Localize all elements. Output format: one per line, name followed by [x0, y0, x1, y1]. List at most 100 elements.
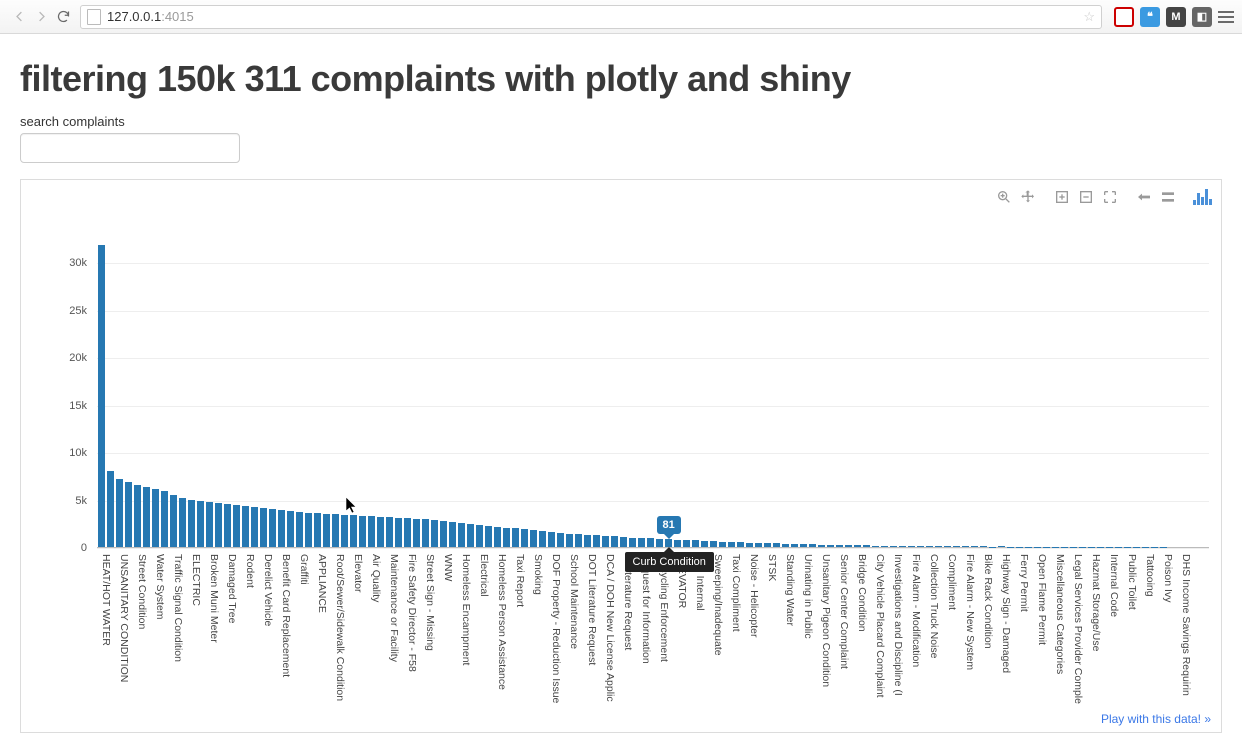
bar[interactable] [476, 525, 483, 547]
bar[interactable] [791, 544, 798, 547]
bar[interactable] [494, 527, 501, 547]
reset-axes-icon[interactable] [1133, 186, 1155, 208]
hover-compare-icon[interactable] [1157, 186, 1179, 208]
bar[interactable] [656, 539, 663, 547]
bar[interactable] [809, 544, 816, 547]
bar[interactable] [170, 495, 177, 547]
bar[interactable] [134, 485, 141, 547]
bar[interactable] [737, 542, 744, 547]
bar[interactable] [845, 545, 852, 547]
bar[interactable] [701, 541, 708, 547]
ext-misc-icon[interactable]: ◧ [1192, 7, 1212, 27]
bar[interactable] [323, 514, 330, 547]
url-bar[interactable]: 127.0.0.1:4015 ☆ [80, 5, 1102, 29]
bar[interactable] [746, 543, 753, 547]
bar[interactable] [188, 500, 195, 548]
bar[interactable] [692, 540, 699, 547]
bar[interactable] [161, 491, 168, 547]
bar[interactable] [440, 521, 447, 547]
bar[interactable] [377, 517, 384, 547]
bar[interactable] [881, 546, 888, 547]
bar[interactable] [683, 540, 690, 547]
bar[interactable] [629, 538, 636, 548]
bar[interactable] [368, 516, 375, 547]
bar[interactable] [728, 542, 735, 547]
bar[interactable] [971, 546, 978, 547]
bar[interactable] [872, 546, 879, 547]
bar[interactable] [386, 517, 393, 547]
reload-button[interactable] [52, 6, 74, 28]
bar[interactable] [764, 543, 771, 547]
bar[interactable] [593, 535, 600, 547]
bar[interactable] [557, 533, 564, 547]
bar[interactable] [899, 546, 906, 547]
bar[interactable] [854, 545, 861, 547]
bookmark-star-icon[interactable]: ☆ [1083, 9, 1095, 25]
bar[interactable] [197, 501, 204, 547]
search-input[interactable] [20, 133, 240, 163]
pan-icon[interactable] [1017, 186, 1039, 208]
bar[interactable] [314, 513, 321, 547]
bar[interactable] [953, 546, 960, 547]
bar[interactable] [179, 498, 186, 547]
bar[interactable] [575, 534, 582, 547]
bar[interactable] [458, 523, 465, 547]
zoom-out-icon[interactable] [1075, 186, 1097, 208]
menu-button[interactable] [1218, 11, 1234, 23]
bar[interactable] [512, 528, 519, 547]
ext-chat-icon[interactable]: ❝ [1140, 7, 1160, 27]
bar[interactable] [944, 546, 951, 547]
bar[interactable] [773, 543, 780, 547]
bar[interactable] [890, 546, 897, 547]
bar[interactable] [503, 528, 510, 547]
ext-adblock-icon[interactable]: ◯ [1114, 7, 1134, 27]
bar[interactable] [962, 546, 969, 547]
bar[interactable] [863, 545, 870, 547]
bar[interactable] [800, 544, 807, 547]
bar[interactable] [827, 545, 834, 547]
bar[interactable] [548, 532, 555, 547]
bar[interactable] [611, 536, 618, 547]
forward-button[interactable] [30, 6, 52, 28]
bar[interactable] [341, 515, 348, 547]
bar[interactable] [251, 507, 258, 547]
bar[interactable] [395, 518, 402, 547]
bar[interactable] [278, 510, 285, 547]
bar[interactable] [584, 535, 591, 547]
bar[interactable] [449, 522, 456, 547]
bar[interactable] [908, 546, 915, 547]
bar[interactable] [287, 511, 294, 547]
bar[interactable] [269, 509, 276, 547]
bar[interactable] [332, 514, 339, 547]
bar[interactable] [710, 541, 717, 547]
bar[interactable] [359, 516, 366, 547]
bar[interactable] [152, 489, 159, 547]
zoom-in-icon[interactable] [1051, 186, 1073, 208]
bar[interactable] [98, 245, 105, 547]
plot-area[interactable] [97, 244, 1209, 548]
bar[interactable] [431, 520, 438, 547]
bar[interactable] [836, 545, 843, 547]
play-with-data-link[interactable]: Play with this data! » [1101, 712, 1211, 726]
bar[interactable] [638, 538, 645, 547]
bar[interactable] [422, 519, 429, 547]
bar[interactable] [980, 546, 987, 547]
bar[interactable] [926, 546, 933, 547]
bar[interactable] [413, 519, 420, 548]
bar[interactable] [620, 537, 627, 547]
bar[interactable] [404, 518, 411, 547]
bar[interactable] [107, 471, 114, 547]
ext-mail-icon[interactable]: M [1166, 7, 1186, 27]
autoscale-icon[interactable] [1099, 186, 1121, 208]
bar[interactable] [755, 543, 762, 547]
bar[interactable] [674, 540, 681, 547]
bar[interactable] [719, 542, 726, 548]
bar[interactable] [665, 539, 672, 547]
zoom-icon[interactable] [993, 186, 1015, 208]
bar[interactable] [233, 505, 240, 547]
bar[interactable] [242, 506, 249, 547]
bar[interactable] [647, 538, 654, 547]
bar[interactable] [530, 530, 537, 547]
bar[interactable] [521, 529, 528, 547]
bar[interactable] [350, 515, 357, 547]
